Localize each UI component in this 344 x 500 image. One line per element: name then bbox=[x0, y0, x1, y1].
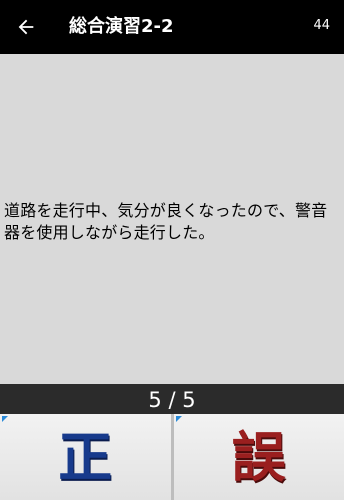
app-bar: 総合演習2-2 44 bbox=[0, 0, 344, 54]
back-button[interactable] bbox=[12, 13, 40, 41]
wrong-label: 誤 bbox=[231, 425, 286, 489]
corner-marker-icon bbox=[2, 416, 8, 422]
corner-marker-icon bbox=[175, 416, 182, 422]
wrong-answer-button[interactable]: 誤 bbox=[173, 414, 344, 500]
arrow-left-icon bbox=[18, 19, 34, 35]
answer-buttons: 正 誤 bbox=[0, 414, 344, 500]
question-panel: 道路を走行中、気分が良くなったので、警音器を使用しながら走行した。 bbox=[0, 54, 344, 384]
correct-label: 正 bbox=[58, 425, 113, 489]
progress-indicator: 5 / 5 bbox=[148, 388, 196, 412]
correct-answer-button[interactable]: 正 bbox=[0, 414, 171, 500]
question-count: 44 bbox=[313, 18, 330, 33]
page-title: 総合演習2-2 bbox=[69, 16, 174, 37]
question-text: 道路を走行中、気分が良くなったので、警音器を使用しながら走行した。 bbox=[4, 201, 328, 242]
